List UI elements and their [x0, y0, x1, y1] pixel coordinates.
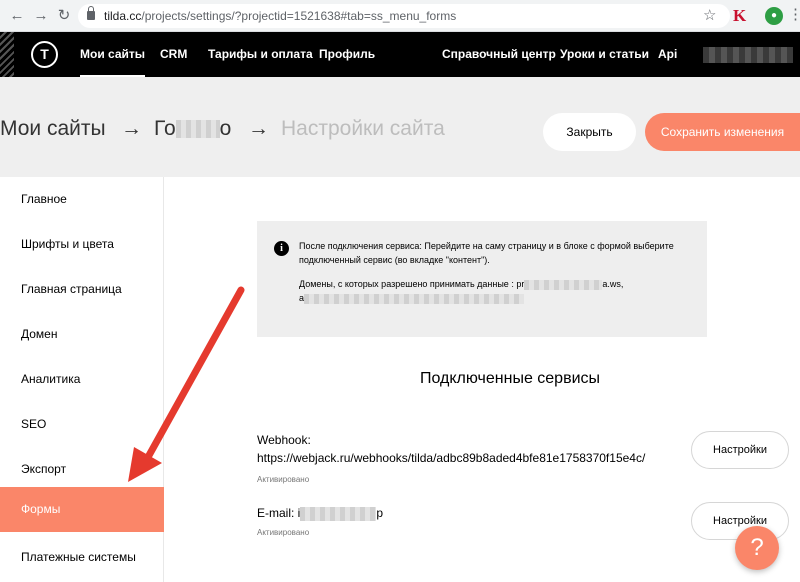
sidebar-item-export[interactable]: Экспорт — [0, 447, 164, 492]
redaction — [524, 279, 603, 290]
tilda-logo-icon[interactable]: T — [31, 41, 58, 68]
breadcrumb-project[interactable]: Го о — [154, 116, 231, 142]
sidebar-item-home-page[interactable]: Главная страница — [0, 267, 164, 312]
sidebar-item-fonts-colors[interactable]: Шрифты и цвета — [0, 222, 164, 267]
close-button[interactable]: Закрыть — [543, 113, 636, 151]
nav-api[interactable]: Api — [658, 32, 677, 77]
settings-sidebar: Главное Шрифты и цвета Главная страница … — [0, 177, 164, 582]
sidebar-item-payments[interactable]: Платежные системы — [0, 535, 164, 580]
nav-tariffs[interactable]: Тарифы и оплата — [208, 32, 313, 77]
info-box: i После подключения сервиса: Перейдите н… — [257, 221, 707, 337]
forward-arrow-icon[interactable]: → — [32, 7, 50, 25]
email-service: E-mail: i p — [257, 505, 383, 522]
account-name-redacted[interactable] — [703, 47, 793, 63]
nav-help-center[interactable]: Справочный центр — [442, 32, 556, 77]
save-changes-button[interactable]: Сохранить изменения — [645, 113, 800, 151]
info-domains-label: Домены, с которых разрешено принимать да… — [299, 279, 525, 289]
breadcrumb-settings: Настройки сайта — [281, 117, 445, 140]
breadcrumb-project-end: о — [219, 117, 232, 140]
info-text: После подключения сервиса: Перейдите на … — [299, 239, 689, 305]
info-line-1: После подключения сервиса: Перейдите на … — [299, 241, 674, 251]
extension-green-icon[interactable]: ● — [765, 7, 783, 25]
webhook-status: Активировано — [257, 475, 310, 484]
info-domains-suffix: a.ws, — [602, 279, 624, 289]
webhook-service-name: Webhook: — [257, 433, 311, 447]
lock-icon — [87, 6, 95, 20]
reload-icon[interactable]: ↻ — [55, 7, 73, 25]
info-line-2: подключенный сервис (во вкладке "контент… — [299, 255, 490, 265]
top-navigation: T Мои сайты CRM Тарифы и оплата Профиль … — [0, 32, 800, 77]
nav-lessons[interactable]: Уроки и статьи — [560, 32, 649, 77]
menu-dots-icon[interactable]: ⋮ — [788, 6, 800, 24]
connected-services-title: Подключенные сервисы — [419, 370, 601, 387]
url-host: tilda.cc — [104, 9, 142, 23]
webhook-url: https://webjack.ru/webhooks/tilda/adbc89… — [257, 451, 646, 465]
bookmark-star-icon[interactable]: ☆ — [703, 7, 716, 25]
info-icon: i — [274, 241, 289, 256]
redaction — [300, 506, 377, 521]
sidebar-item-domain[interactable]: Домен — [0, 312, 164, 357]
extension-k-icon[interactable]: K — [733, 7, 746, 25]
back-arrow-icon[interactable]: ← — [8, 7, 26, 25]
zigzag-decoration — [0, 32, 14, 77]
breadcrumb-separator: → — [121, 117, 142, 140]
sidebar-item-seo[interactable]: SEO — [0, 402, 164, 447]
breadcrumb-project-start: Го — [154, 117, 176, 140]
redaction — [175, 120, 220, 139]
help-button[interactable]: ? — [735, 526, 779, 570]
forms-settings-panel: i После подключения сервиса: Перейдите н… — [164, 177, 800, 582]
email-service-end: p — [376, 506, 384, 520]
browser-toolbar: ← → ↻ tilda.cc/projects/settings/?projec… — [0, 0, 800, 32]
sidebar-item-main[interactable]: Главное — [0, 177, 164, 222]
redaction — [304, 293, 525, 304]
url-path: /projects/settings/?projectid=1521638#ta… — [141, 9, 457, 23]
sidebar-item-forms[interactable]: Формы — [0, 487, 164, 532]
info-domains: Домены, с которых разрешено принимать да… — [299, 277, 689, 291]
page-header: Мои сайты → Го о → Настройки сайта Закрыт… — [0, 77, 800, 177]
nav-profile[interactable]: Профиль — [319, 32, 375, 77]
email-service-name: E-mail: i — [257, 506, 301, 520]
sidebar-item-analytics[interactable]: Аналитика — [0, 357, 164, 402]
nav-crm[interactable]: CRM — [160, 32, 187, 77]
email-status: Активировано — [257, 528, 310, 537]
breadcrumb-my-sites[interactable]: Мои сайты — [0, 116, 106, 142]
nav-my-sites[interactable]: Мои сайты — [80, 32, 146, 77]
info-domains-line-2: a — [299, 291, 689, 305]
breadcrumb-separator: → — [248, 117, 269, 140]
webhook-settings-button[interactable]: Настройки — [691, 431, 789, 469]
address-bar[interactable]: tilda.cc/projects/settings/?projectid=15… — [78, 4, 730, 28]
